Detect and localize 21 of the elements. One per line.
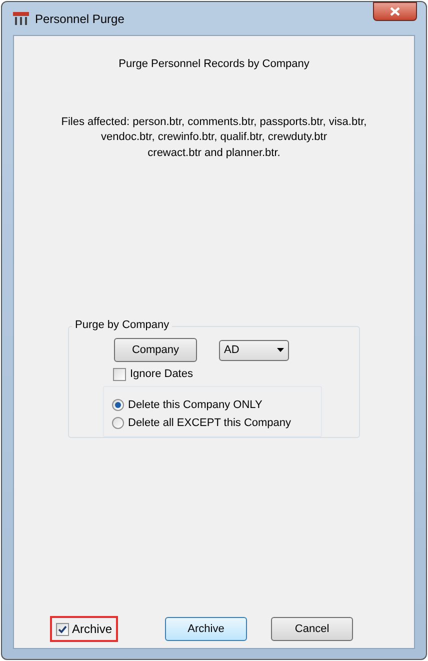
radio-button[interactable] <box>112 416 124 429</box>
radio-label: Delete all EXCEPT this Company <box>128 416 292 430</box>
radio-label: Delete this Company ONLY <box>128 398 262 413</box>
dialog-button[interactable]: Archive <box>165 617 248 641</box>
app-icon <box>13 12 29 26</box>
dropdown-arrow-icon <box>277 348 284 352</box>
window-title: Personnel Purge <box>35 10 124 28</box>
company-dropdown[interactable]: AD <box>219 340 289 360</box>
radio-button[interactable] <box>112 399 124 412</box>
dialog-heading: Purge Personnel Records by Company <box>118 57 310 72</box>
files-affected-text: Files affected: person.btr, comments.btr, passports.btr, visa.btr, vendoc.btr, crewinfo.btr, qualif.btr, crewduty.btr crewact.btr and planner.btr. <box>61 114 367 160</box>
close-icon <box>390 7 400 16</box>
checkmark-icon <box>58 624 67 634</box>
checkbox-label: Ignore Dates <box>130 367 193 382</box>
checkbox[interactable] <box>113 368 126 381</box>
checkbox-label: Archive <box>72 621 112 638</box>
company-button[interactable]: Company <box>114 338 197 362</box>
close-button[interactable] <box>373 2 417 21</box>
dialog-button[interactable]: Cancel <box>271 617 354 641</box>
group-title: Purge by Company <box>72 319 172 332</box>
checkbox[interactable] <box>56 622 69 636</box>
